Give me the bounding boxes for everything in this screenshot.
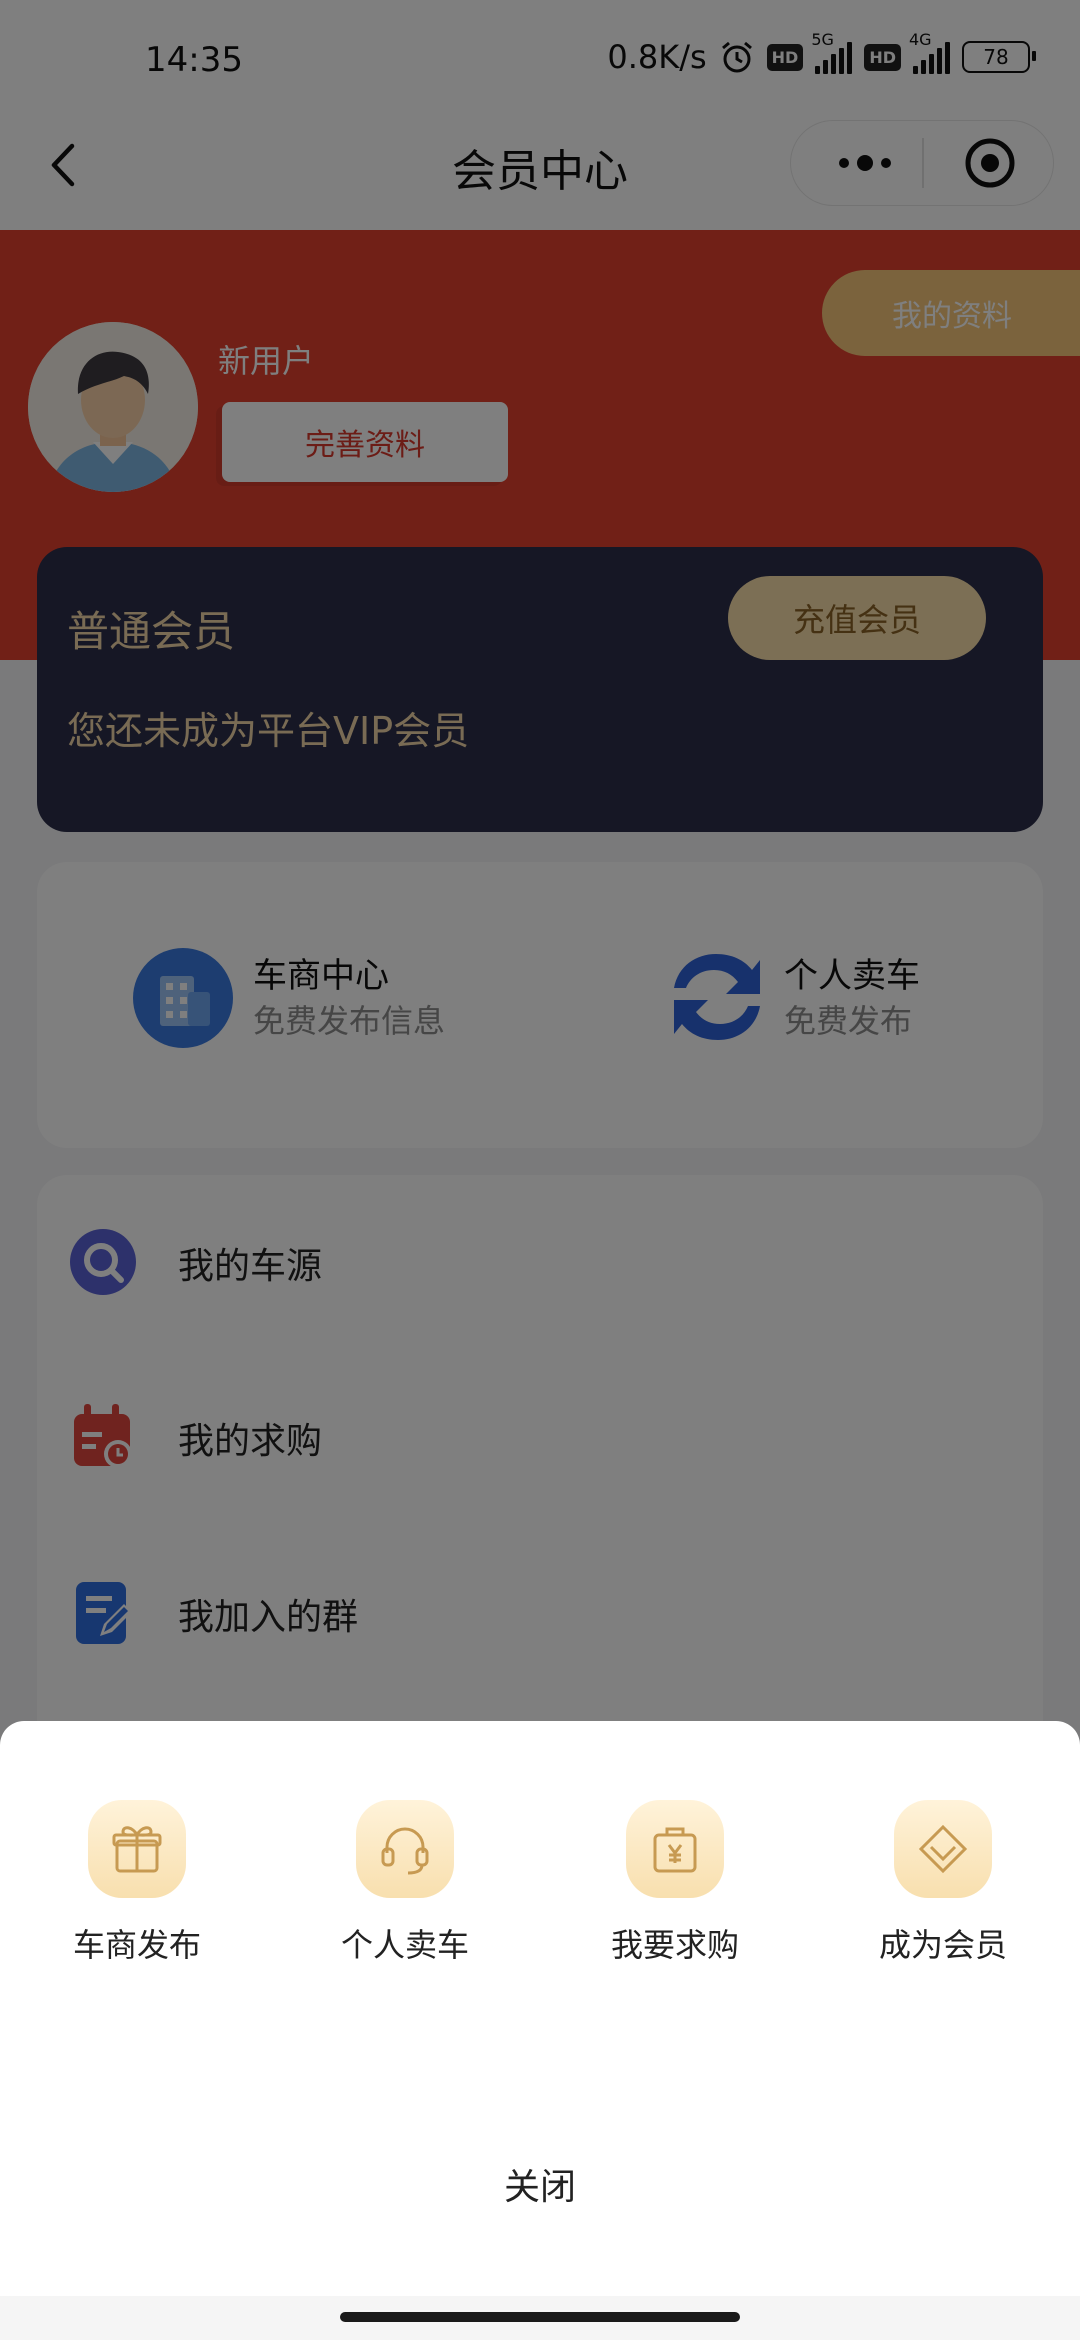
sheet-item-want-buy[interactable]: 我要求购 [575, 1800, 775, 1970]
headset-icon [356, 1800, 454, 1898]
home-indicator[interactable] [340, 2312, 740, 2322]
close-sheet-button[interactable]: 关闭 [0, 2158, 1080, 2210]
sheet-item-label: 车商发布 [72, 1926, 201, 1964]
sheet-item-label: 个人卖车 [340, 1926, 469, 1964]
sheet-item-label: 我要求购 [610, 1926, 739, 1964]
sheet-item-personal-sell[interactable]: 个人卖车 [305, 1800, 505, 1970]
sheet-item-become-member[interactable]: 成为会员 [843, 1800, 1043, 1970]
diamond-icon [894, 1800, 992, 1898]
yen-bag-icon [626, 1800, 724, 1898]
sheet-item-label: 成为会员 [878, 1926, 1007, 1964]
sheet-item-dealer-publish[interactable]: 车商发布 [37, 1800, 237, 1970]
gift-icon [88, 1800, 186, 1898]
